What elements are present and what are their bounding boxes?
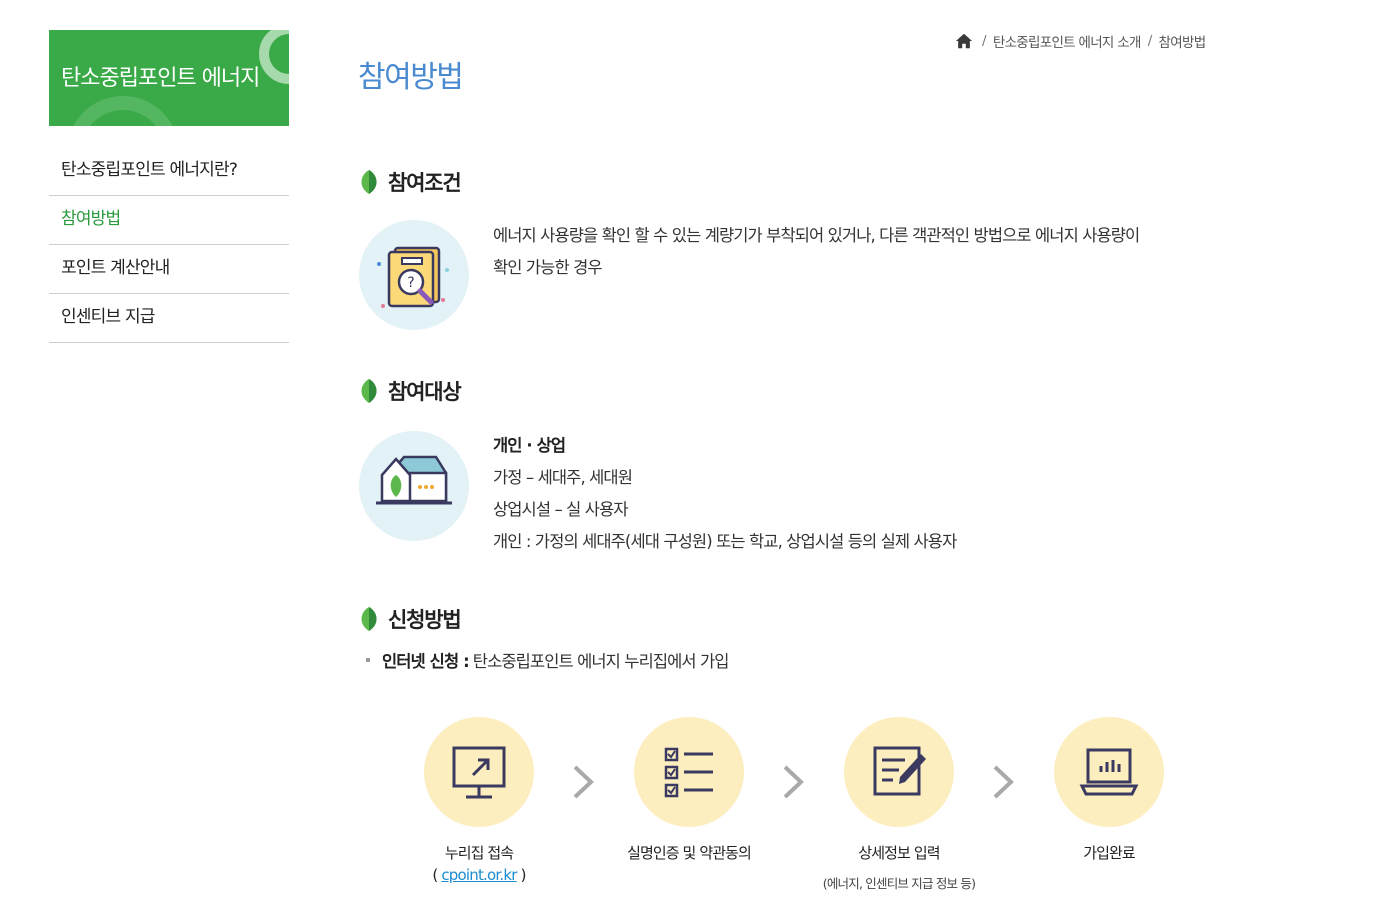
apply-bullet-label: 인터넷 신청 :	[382, 652, 470, 671]
condition-text: 에너지 사용량을 확인 할 수 있는 계량기가 부착되어 있거나, 다른 객관적…	[493, 220, 1140, 284]
paren-open: (	[432, 866, 438, 884]
chevron-right-icon	[573, 765, 594, 799]
breadcrumb-separator: /	[982, 33, 987, 49]
site-link[interactable]: cpoint.or.kr	[441, 866, 517, 884]
step-1-label: 누리집 접속	[444, 844, 514, 862]
home-icon[interactable]	[955, 32, 973, 50]
bullet-dot	[366, 658, 370, 662]
condition-text-line: 확인 가능한 경우	[493, 258, 603, 277]
chevron-right-icon	[993, 765, 1014, 799]
page-title: 참여방법	[358, 60, 464, 95]
chevron-right-icon	[783, 765, 804, 799]
section-title: 참여대상	[388, 380, 462, 404]
step-4-circle	[1054, 717, 1164, 827]
section-heading-condition: 참여조건	[358, 167, 462, 197]
target-text: 개인 · 상업 가정 – 세대주, 세대원 상업시설 – 실 사용자 개인 : …	[493, 430, 957, 558]
condition-illustration: ?	[359, 220, 469, 330]
paren-close: )	[520, 866, 527, 884]
section-title: 신청방법	[388, 608, 462, 632]
sidebar-item-incentive[interactable]: 인센티브 지급	[49, 294, 289, 343]
breadcrumb-item-intro[interactable]: 탄소중립포인트 에너지 소개	[993, 31, 1142, 51]
target-title: 개인 · 상업	[493, 436, 566, 455]
book-magnifier-icon: ?	[377, 246, 449, 308]
leaf-icon	[361, 607, 377, 631]
svg-text:?: ?	[407, 275, 414, 291]
target-line: 개인 : 가정의 세대주(세대 구성원) 또는 학교, 상업시설 등의 실제 사…	[493, 532, 957, 551]
sidebar-item-about[interactable]: 탄소중립포인트 에너지란?	[49, 147, 289, 196]
breadcrumb-item-current: 참여방법	[1158, 35, 1207, 51]
banner-decor-ring	[259, 30, 289, 84]
laptop-chart-icon	[1079, 748, 1139, 796]
step-2-label: 실명인증 및 약관동의	[627, 844, 752, 862]
checklist-icon	[664, 747, 713, 798]
target-illustration	[359, 431, 469, 541]
apply-bullet: 인터넷 신청 : 탄소중립포인트 에너지 누리집에서 가입	[366, 648, 729, 672]
step-1-link-wrap: ( cpoint.or.kr )	[379, 866, 579, 884]
sidebar-item-participation[interactable]: 참여방법	[49, 196, 289, 245]
step-1-circle	[424, 717, 534, 827]
banner-decor-circle	[67, 96, 179, 126]
leaf-icon	[361, 379, 377, 403]
condition-text-line: 에너지 사용량을 확인 할 수 있는 계량기가 부착되어 있거나, 다른 객관적…	[493, 226, 1140, 245]
monitor-arrow-icon	[452, 746, 506, 799]
target-line: 상업시설 – 실 사용자	[493, 500, 629, 519]
sidebar-item-point-calc[interactable]: 포인트 계산안내	[49, 245, 289, 294]
step-2-circle	[634, 717, 744, 827]
step-3-label: 상세정보 입력	[858, 844, 940, 862]
section-heading-target: 참여대상	[358, 376, 462, 406]
section-title: 참여조건	[388, 171, 462, 195]
step-3-circle	[844, 717, 954, 827]
sidebar-banner: 탄소중립포인트 에너지	[49, 30, 289, 126]
leaf-icon	[361, 170, 377, 194]
target-line: 가정 – 세대주, 세대원	[493, 468, 633, 487]
house-icon	[376, 455, 452, 505]
sidebar-menu: 탄소중립포인트 에너지란? 참여방법 포인트 계산안내 인센티브 지급	[49, 147, 289, 343]
step-3-sub: (에너지, 인센티브 지급 정보 등)	[822, 876, 976, 891]
breadcrumb: / 탄소중립포인트 에너지 소개 / 참여방법	[955, 31, 1207, 51]
step-4-label: 가입완료	[1083, 844, 1136, 862]
form-pencil-icon	[873, 746, 926, 796]
sidebar-title: 탄소중립포인트 에너지	[61, 66, 260, 91]
breadcrumb-separator: /	[1147, 33, 1153, 49]
apply-bullet-text: 탄소중립포인트 에너지 누리집에서 가입	[472, 652, 730, 671]
section-heading-apply: 신청방법	[358, 604, 462, 634]
